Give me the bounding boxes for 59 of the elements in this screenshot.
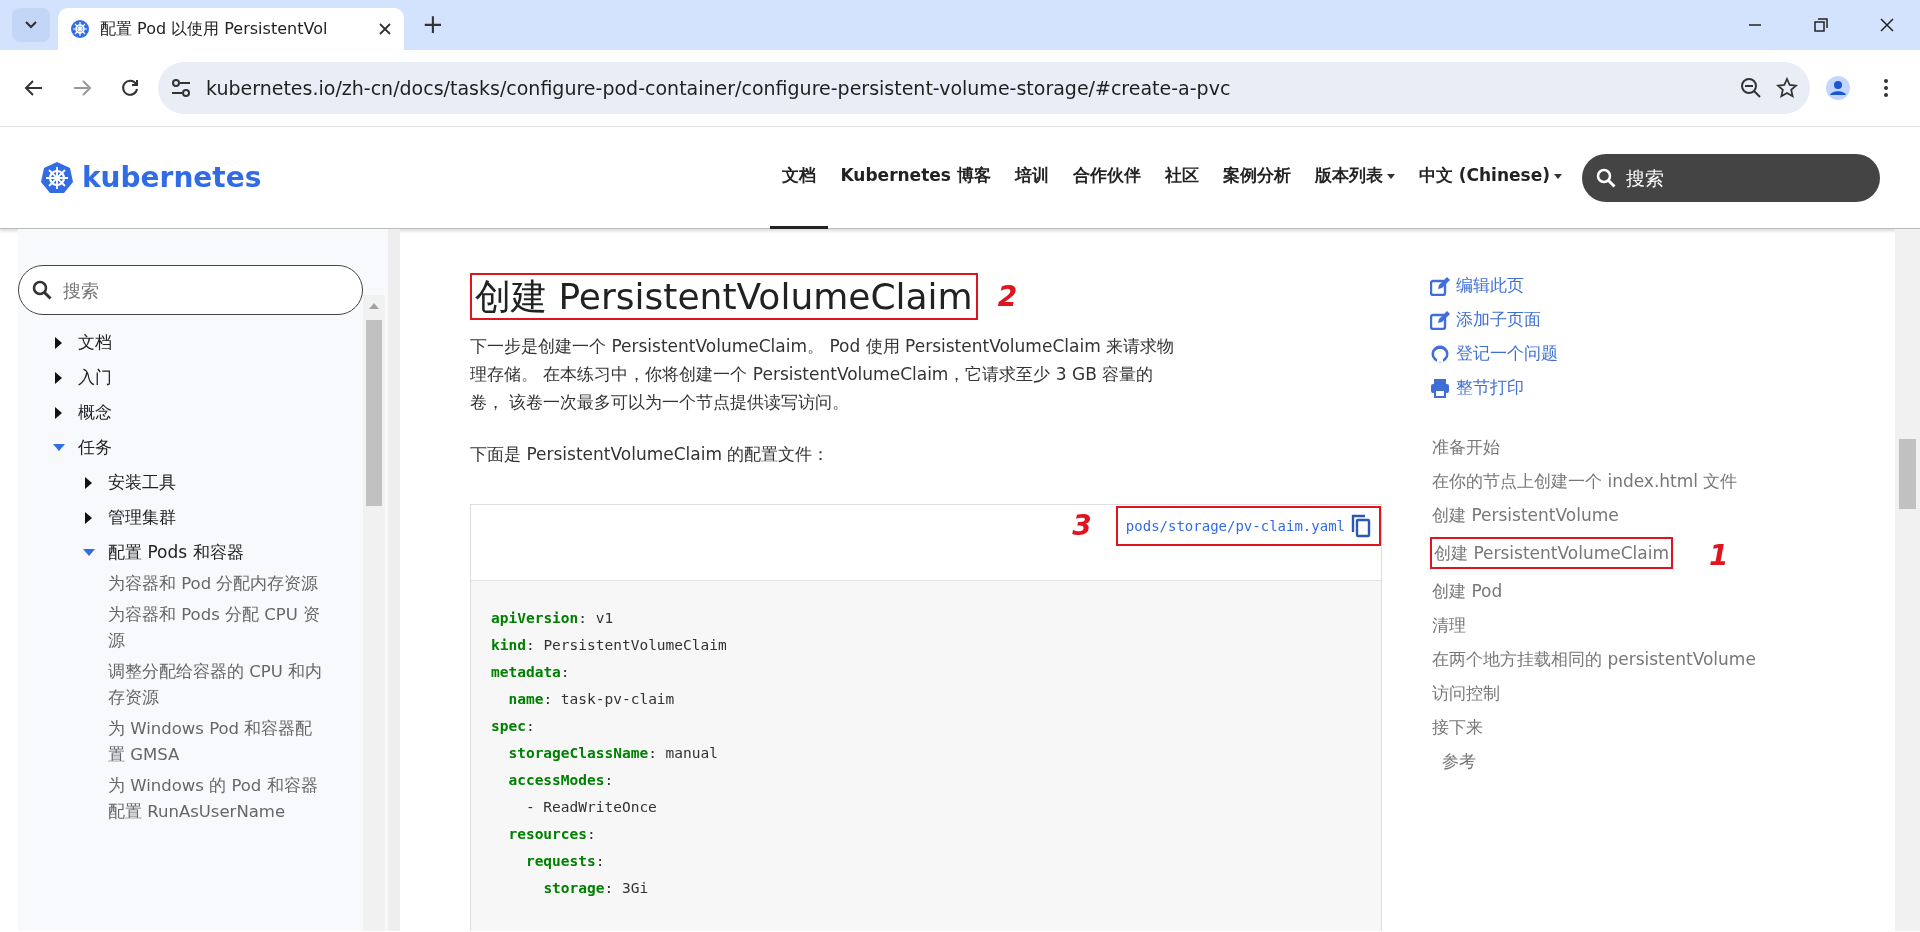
nav-tree-link[interactable]: 配置 Pods 和容器	[108, 539, 244, 566]
toc-link[interactable]: 准备开始	[1430, 433, 1502, 461]
nav-tree-link[interactable]: 任务	[78, 434, 112, 461]
code-line: requests:	[524, 852, 606, 872]
tab-title: 配置 Pod 以使用 PersistentVol	[100, 18, 329, 40]
toc-link[interactable]: 接下来	[1430, 713, 1485, 741]
page-action-link[interactable]: 添加子页面	[1430, 303, 1780, 337]
browser-tab[interactable]: 配置 Pod 以使用 PersistentVol	[58, 8, 404, 50]
toc-link[interactable]: 创建 PersistentVolume	[1430, 501, 1621, 529]
nav-link[interactable]: 培训	[1002, 126, 1061, 229]
url-text: kubernetes.io/zh-cn/docs/tasks/configure-pod-container/configure-persistent-volume-storage/#create-a-pvc	[206, 75, 1232, 101]
paragraph: 下一步是创建一个 PersistentVolumeClaim。 Pod 使用 PersistentVolumeClaim 来请求物理存储。 在本练习中，你将创建一个 PersistentVolumeClaim，它请求至少 3 GB 容量的卷， 该卷一次最多可以为一个节点提供读写访问。	[470, 335, 1176, 415]
code-line: - ReadWriteOnce	[524, 798, 658, 818]
nav-tree-link[interactable]: 为容器和 Pod 分配内存资源	[108, 570, 326, 601]
nav-link[interactable]: Kubernetes 博客	[828, 126, 1003, 229]
page-action-link[interactable]: 登记一个问题	[1430, 337, 1780, 371]
page-action-link[interactable]: 编辑此页	[1430, 269, 1780, 303]
toc-link[interactable]: 访问控制	[1430, 679, 1502, 707]
nav-tree-link[interactable]: 管理集群	[108, 504, 176, 531]
page-action-link[interactable]: 整节打印	[1430, 371, 1780, 405]
search-field[interactable]: 搜索	[1582, 153, 1880, 202]
nav-tree-link[interactable]: 为 Windows Pod 和容器配置 GMSA	[108, 715, 326, 772]
toc-link[interactable]: 参考	[1440, 747, 1478, 775]
code-line: storageClassName: manual	[507, 744, 719, 764]
toc-link[interactable]: 创建 PersistentVolumeClaim	[1430, 537, 1674, 569]
code-line: storage: 3Gi	[542, 879, 650, 899]
code-line: spec:	[491, 717, 536, 737]
logo-text[interactable]: kubernetes	[82, 156, 262, 199]
nav-tree-link[interactable]: 文档	[78, 329, 112, 356]
code-line: name: task-pv-claim	[507, 690, 676, 710]
nav-tree-link[interactable]: 入门	[78, 364, 112, 391]
nav-tree-link[interactable]: 概念	[78, 399, 112, 426]
page-heading: 创建 PersistentVolumeClaim	[470, 273, 978, 321]
code-line: resources:	[507, 825, 597, 845]
annotation-number: 3	[1072, 508, 1092, 545]
toc-link[interactable]: 在两个地方挂载相同的 persistentVolume	[1430, 645, 1758, 673]
annotation-number: 1	[1709, 538, 1729, 574]
search-field[interactable]: 搜索	[18, 265, 363, 315]
nav-link[interactable]: 合作伙伴	[1060, 126, 1153, 229]
nav-tree-link[interactable]: 为 Windows 的 Pod 和容器配置 RunAsUserName	[108, 772, 326, 829]
toc-link[interactable]: 创建 Pod	[1430, 577, 1505, 605]
address-bar[interactable]: kubernetes.io/zh-cn/docs/tasks/configure-pod-container/configure-persistent-volume-storage/#create-a-pvc	[158, 62, 1810, 114]
nav-link[interactable]: 社区	[1152, 126, 1211, 229]
nav-link[interactable]: 版本列表	[1302, 126, 1407, 229]
nav-tree-link[interactable]: 调整分配给容器的 CPU 和内存资源	[108, 658, 326, 715]
nav-tree-link[interactable]: 为容器和 Pods 分配 CPU 资源	[108, 601, 326, 658]
nav-link[interactable]: 文档	[770, 126, 829, 229]
code-line: metadata:	[491, 663, 571, 683]
new-tab-button[interactable]: +	[412, 5, 454, 44]
paragraph: 下面是 PersistentVolumeClaim 的配置文件：	[470, 443, 831, 467]
code-line: accessModes:	[507, 771, 615, 791]
nav-link[interactable]: 中文 (Chinese)	[1406, 126, 1574, 229]
code-line: apiVersion: v1	[491, 609, 615, 629]
toc-link[interactable]: 清理	[1430, 611, 1468, 639]
nav-tree-link[interactable]: 安装工具	[108, 469, 176, 496]
nav-link[interactable]: 案例分析	[1210, 126, 1303, 229]
toc-link[interactable]: 在你的节点上创建一个 index.html 文件	[1430, 467, 1740, 495]
annotation-number: 2	[997, 278, 1018, 315]
code-line: kind: PersistentVolumeClaim	[491, 636, 728, 656]
